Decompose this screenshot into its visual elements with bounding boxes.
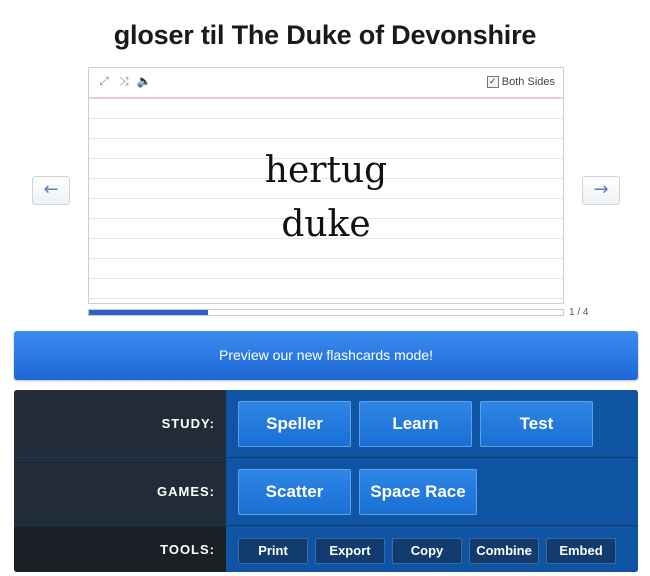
export-button[interactable]: Export (315, 538, 385, 564)
flashcard[interactable]: ⤢ ⤨ 🔈 ✓ Both Sides hertug duke (88, 67, 564, 304)
both-sides-checkbox[interactable]: ✓ (486, 76, 499, 88)
progress-bar (88, 309, 564, 316)
embed-button[interactable]: Embed (546, 538, 616, 564)
expand-icon[interactable]: ⤢ (97, 74, 111, 88)
activity-panel: STUDY: Speller Learn Test GAMES: Scatter… (14, 390, 638, 572)
scatter-button[interactable]: Scatter (238, 469, 351, 515)
test-button[interactable]: Test (480, 401, 593, 447)
tools-row: TOOLS: Print Export Copy Combine Embed (14, 526, 638, 572)
card-terms: hertug duke (89, 144, 563, 252)
both-sides-toggle[interactable]: ✓ Both Sides (486, 76, 555, 88)
card-toolbar: ⤢ ⤨ 🔈 (97, 74, 152, 89)
study-label: STUDY: (14, 390, 226, 457)
games-label: GAMES: (14, 458, 226, 525)
page-title: gloser til The Duke of Devonshire (113, 20, 537, 50)
card-back-term: duke (281, 204, 371, 245)
combine-button[interactable]: Combine (469, 538, 539, 564)
games-row: GAMES: Scatter Space Race (14, 458, 638, 526)
next-card-button[interactable]: → (582, 176, 620, 205)
copy-button[interactable]: Copy (392, 538, 462, 564)
speaker-icon[interactable]: 🔈 (137, 74, 152, 88)
study-row: STUDY: Speller Learn Test (14, 390, 638, 458)
card-counter: 1 / 4 (569, 307, 589, 318)
shuffle-icon[interactable]: ⤨ (117, 74, 131, 88)
previous-card-button[interactable]: ← (32, 176, 70, 205)
learn-button[interactable]: Learn (359, 401, 472, 447)
space-race-button[interactable]: Space Race (359, 469, 477, 515)
both-sides-label: Both Sides (501, 76, 555, 88)
tools-label: TOOLS: (14, 526, 226, 572)
print-button[interactable]: Print (238, 538, 308, 564)
progress-bar-fill (89, 310, 208, 315)
speller-button[interactable]: Speller (238, 401, 351, 447)
card-front-term: hertug (264, 150, 388, 191)
preview-flashcards-banner[interactable]: Preview our new flashcards mode! (14, 331, 638, 380)
